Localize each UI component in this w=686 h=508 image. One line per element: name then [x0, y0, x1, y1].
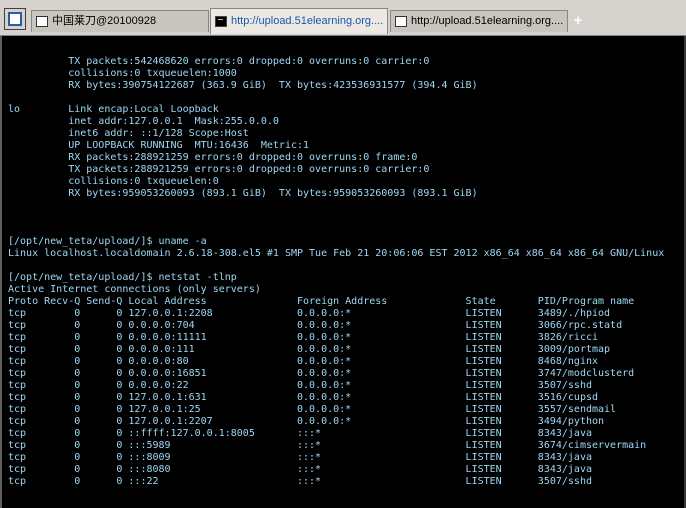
netstat-header: Proto Recv-Q Send-Q Local Address Foreig…: [8, 296, 635, 307]
netstat-row: tcp 0 0 127.0.0.1:2208 0.0.0.0:* LISTEN …: [8, 308, 611, 319]
netstat-row: tcp 0 0 127.0.0.1:25 0.0.0.0:* LISTEN 35…: [8, 404, 617, 415]
netstat-row: tcp 0 0 :::5989 :::* LISTEN 3674/cimserv…: [8, 440, 647, 451]
terminal-text: TX packets:542468620 errors:0 dropped:0 …: [2, 56, 664, 488]
netstat-row: tcp 0 0 :::8009 :::* LISTEN 8343/java: [8, 452, 592, 463]
window-menu-button[interactable]: [4, 8, 26, 30]
terminal-line: RX bytes:390754122687 (363.9 GiB) TX byt…: [8, 80, 478, 91]
tab-label: 中国莱刀@20100928: [52, 15, 157, 27]
terminal-line: RX packets:288921259 errors:0 dropped:0 …: [8, 152, 418, 163]
terminal-line: inet addr:127.0.0.1 Mask:255.0.0.0: [8, 116, 279, 127]
terminal-line: [/opt/new_teta/upload/]$ uname -a: [8, 236, 207, 247]
new-tab-button[interactable]: +: [568, 12, 588, 30]
tab-label: http://upload.51elearning.org....: [231, 15, 384, 27]
netstat-row: tcp 0 0 0.0.0.0:22 0.0.0.0:* LISTEN 3507…: [8, 380, 592, 391]
netstat-row: tcp 0 0 127.0.0.1:631 0.0.0.0:* LISTEN 3…: [8, 392, 599, 403]
terminal-line: inet6 addr: ::1/128 Scope:Host: [8, 128, 249, 139]
tab-3[interactable]: http://upload.51elearning.org....: [390, 10, 568, 32]
terminal-output[interactable]: TX packets:542468620 errors:0 dropped:0 …: [0, 36, 686, 508]
window-icon: [8, 12, 22, 26]
netstat-row: tcp 0 0 127.0.0.1:2207 0.0.0.0:* LISTEN …: [8, 416, 605, 427]
terminal-line: UP LOOPBACK RUNNING MTU:16436 Metric:1: [8, 140, 310, 151]
page-icon: [395, 16, 407, 27]
netstat-row: tcp 0 0 :::8080 :::* LISTEN 8343/java: [8, 464, 592, 475]
tab-2[interactable]: http://upload.51elearning.org....: [210, 8, 388, 34]
terminal-line: RX bytes:959053260093 (893.1 GiB) TX byt…: [8, 188, 478, 199]
terminal-line: Linux localhost.localdomain 2.6.18-308.e…: [8, 248, 665, 259]
terminal-line: collisions:0 txqueuelen:0: [8, 176, 219, 187]
netstat-row: tcp 0 0 0.0.0.0:111 0.0.0.0:* LISTEN 300…: [8, 344, 611, 355]
netstat-row: tcp 0 0 :::22 :::* LISTEN 3507/sshd: [8, 476, 592, 487]
terminal-line: collisions:0 txqueuelen:1000: [8, 68, 237, 79]
netstat-row: tcp 0 0 0.0.0.0:16851 0.0.0.0:* LISTEN 3…: [8, 368, 635, 379]
terminal-icon: [215, 16, 227, 27]
tab-bar: 中国莱刀@20100928 http://upload.51elearning.…: [0, 0, 686, 36]
netstat-row: tcp 0 0 0.0.0.0:704 0.0.0.0:* LISTEN 306…: [8, 320, 623, 331]
terminal-line: lo Link encap:Local Loopback: [8, 104, 219, 115]
terminal-line: Active Internet connections (only server…: [8, 284, 261, 295]
tab-label: http://upload.51elearning.org....: [411, 15, 564, 27]
netstat-row: tcp 0 0 0.0.0.0:80 0.0.0.0:* LISTEN 8468…: [8, 356, 599, 367]
terminal-line: TX packets:542468620 errors:0 dropped:0 …: [8, 56, 430, 67]
netstat-row: tcp 0 0 ::ffff:127.0.0.1:8005 :::* LISTE…: [8, 428, 592, 439]
terminal-line: [/opt/new_teta/upload/]$ netstat -tlnp: [8, 272, 237, 283]
tab-1[interactable]: 中国莱刀@20100928: [31, 10, 209, 32]
netstat-row: tcp 0 0 0.0.0.0:11111 0.0.0.0:* LISTEN 3…: [8, 332, 599, 343]
page-icon: [36, 16, 48, 27]
terminal-line: TX packets:288921259 errors:0 dropped:0 …: [8, 164, 430, 175]
